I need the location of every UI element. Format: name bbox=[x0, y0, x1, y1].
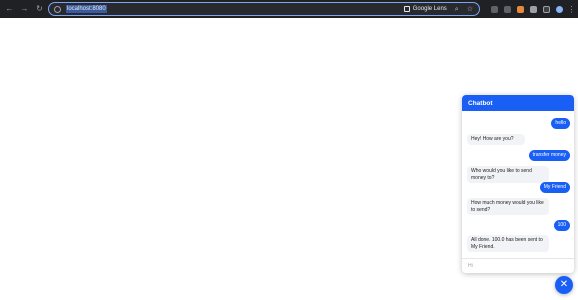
extension-icon[interactable] bbox=[517, 6, 524, 13]
close-chat-button[interactable]: ✕ bbox=[555, 276, 573, 294]
reload-icon[interactable]: ↻ bbox=[34, 4, 45, 15]
address-bar[interactable]: localhost:8080 Google Lens ⌕ ☆ bbox=[48, 2, 480, 16]
bot-message: Who would you like to send money to? bbox=[467, 166, 549, 183]
chatbot-header: Chatbot bbox=[462, 95, 574, 111]
browser-toolbar: ← → ↻ localhost:8080 Google Lens ⌕ ☆ ⋮ bbox=[0, 0, 578, 18]
forward-arrow-icon[interactable]: → bbox=[19, 4, 30, 15]
chatbot-title: Chatbot bbox=[468, 99, 493, 107]
back-arrow-icon[interactable]: ← bbox=[4, 4, 15, 15]
user-message: transfer money bbox=[528, 150, 570, 161]
omnibox-actions: Google Lens ⌕ ☆ bbox=[403, 3, 473, 15]
close-icon: ✕ bbox=[559, 279, 569, 290]
bot-message: Hey! How are you? bbox=[467, 134, 525, 145]
chatbot-window: Chatbot hello Hey! How are you? transfer… bbox=[462, 95, 574, 273]
bookmark-star-icon[interactable]: ☆ bbox=[467, 6, 473, 13]
message-input[interactable]: Hi bbox=[468, 263, 473, 269]
extension-area: ⋮ bbox=[491, 4, 576, 15]
sidepanel-icon[interactable] bbox=[543, 6, 550, 13]
user-message: My Friend bbox=[539, 182, 570, 193]
zoom-icon[interactable]: ⌕ bbox=[455, 6, 459, 13]
extension-icon[interactable] bbox=[504, 6, 511, 13]
bot-message: How much money would you like to send? bbox=[467, 198, 549, 215]
extension-icon[interactable] bbox=[491, 6, 498, 13]
menu-icon[interactable]: ⋮ bbox=[568, 4, 576, 15]
extensions-icon[interactable] bbox=[530, 6, 537, 13]
bot-message: All done. 100.0 has been sent to My Frie… bbox=[467, 235, 549, 252]
google-lens-label: Google Lens bbox=[412, 6, 447, 12]
url-text[interactable]: localhost:8080 bbox=[66, 5, 107, 13]
message-input-row[interactable]: Hi bbox=[462, 258, 574, 273]
user-message: 100 bbox=[553, 220, 570, 231]
google-lens-button[interactable]: Google Lens bbox=[403, 6, 447, 12]
user-message: hello bbox=[551, 118, 570, 129]
profile-icon[interactable] bbox=[556, 6, 563, 13]
site-info-icon[interactable] bbox=[54, 5, 61, 13]
chat-messages[interactable]: hello Hey! How are you? transfer money W… bbox=[462, 111, 574, 258]
google-lens-icon bbox=[403, 6, 410, 12]
